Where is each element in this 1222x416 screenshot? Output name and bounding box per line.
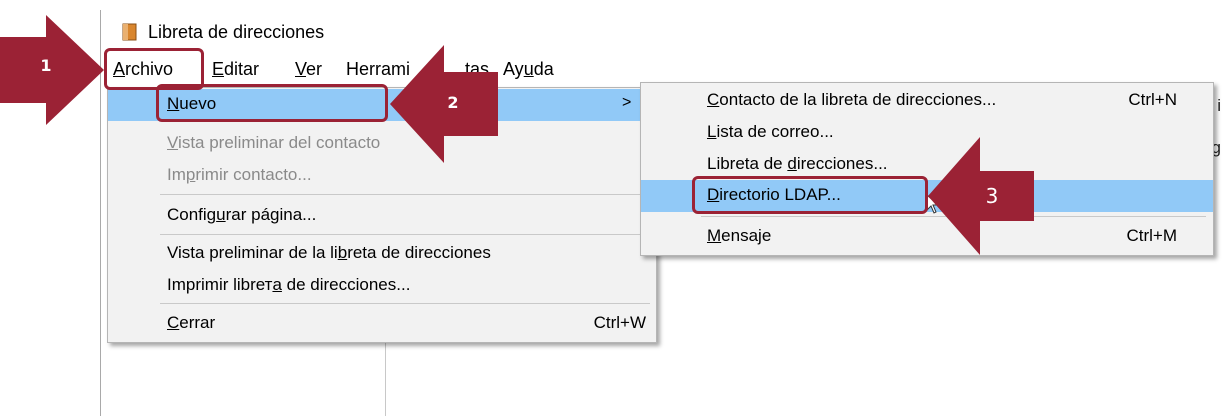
nuevo-submenu: Contacto de la libreta de direcciones...… (640, 82, 1214, 256)
menu-item-imprimir-contacto: Imprimir contacto... (167, 165, 312, 184)
menu-separator (160, 234, 650, 235)
archivo-menu: Nuevo > Vista preliminar del contacto Im… (107, 87, 657, 343)
highlight-directorio-ldap (692, 176, 928, 214)
window-title: Libreta de direcciones (148, 22, 325, 42)
menu-item-cerrar[interactable]: Cerrar Ctrl+W (108, 308, 656, 340)
menu-item-configurar-pagina[interactable]: Configurar página... (108, 200, 656, 232)
title-bar: Libreta de direcciones (101, 10, 1222, 52)
address-book-icon (122, 23, 137, 41)
submenu-item-lista-correo[interactable]: Lista de correo... (641, 117, 1213, 149)
step-3-arrow (928, 137, 1034, 255)
menu-ver[interactable]: Ver (295, 59, 322, 80)
step-2-number: 2 (447, 93, 459, 112)
submenu-item-mensaje[interactable]: Mensaje Ctrl+M (641, 221, 1213, 253)
menu-item-imprimir-libreta[interactable]: Imprimir librетa de direcciones... (108, 270, 656, 302)
menu-item-vista-preliminar-libreta[interactable]: Vista preliminar de la libreta de direcc… (108, 238, 656, 270)
menu-ayuda[interactable]: Ayuda (503, 59, 554, 80)
menu-editar[interactable]: Editar (212, 59, 259, 80)
highlight-nuevo (156, 84, 388, 122)
menu-separator (160, 303, 650, 304)
chevron-right-icon: > (622, 94, 632, 111)
menu-separator (160, 194, 650, 195)
step-3-number: 3 (985, 184, 999, 208)
step-1-number: 1 (40, 56, 52, 75)
partial-header-text: i (1217, 96, 1221, 115)
menu-item-vista-preliminar-contacto: Vista preliminar del contacto (167, 133, 381, 152)
submenu-item-contacto[interactable]: Contacto de la libreta de direcciones...… (641, 85, 1213, 117)
